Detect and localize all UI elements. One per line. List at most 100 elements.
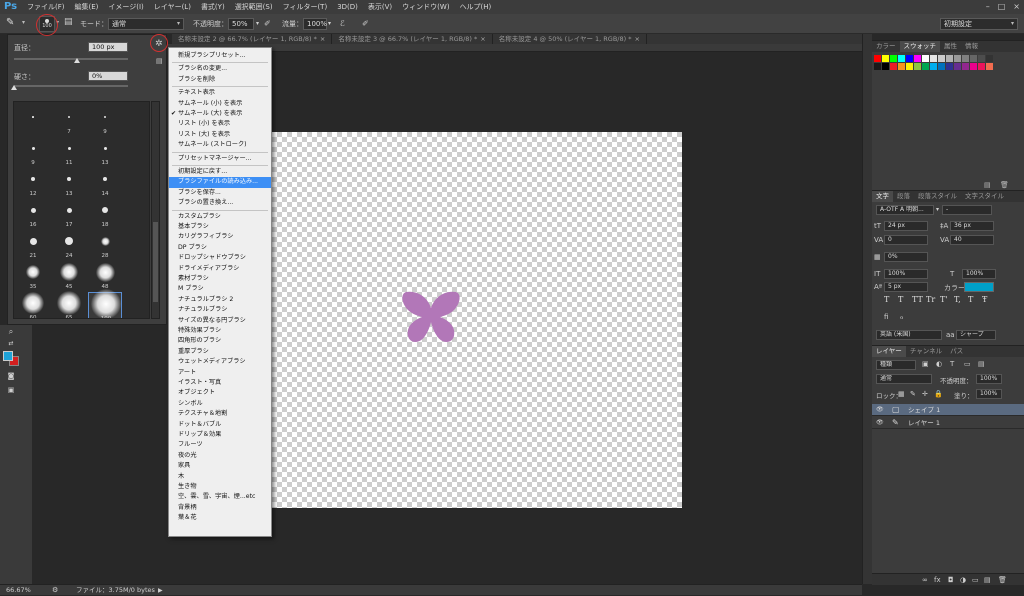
menu-item[interactable]: 四角形のブラシ bbox=[169, 336, 271, 346]
text-style-button[interactable]: T' bbox=[940, 295, 948, 304]
adjustment-icon[interactable]: ◑ bbox=[960, 576, 966, 584]
baseline-shift-field[interactable]: 5 px bbox=[884, 282, 928, 292]
brush-preset[interactable]: 16 bbox=[16, 199, 50, 231]
layer-opacity-field[interactable]: 100% bbox=[976, 374, 1002, 384]
menu-edit[interactable]: 編集(E) bbox=[70, 0, 104, 14]
zoom-readout[interactable]: 66.67% bbox=[6, 585, 31, 596]
brush-preset[interactable]: 60 bbox=[16, 292, 50, 318]
horizontal-scale-field[interactable]: 100% bbox=[962, 269, 996, 279]
menu-item[interactable]: ドロップシャドウブラシ bbox=[169, 253, 271, 263]
color-swatch[interactable] bbox=[930, 55, 937, 62]
tab-swatches[interactable]: スウォッチ bbox=[899, 41, 940, 52]
color-swatch[interactable] bbox=[978, 63, 985, 70]
color-swatch[interactable] bbox=[898, 55, 905, 62]
color-swatch[interactable] bbox=[922, 63, 929, 70]
color-swatch[interactable] bbox=[882, 55, 889, 62]
minimize-button[interactable]: – bbox=[986, 0, 990, 14]
text-style-button[interactable]: T, bbox=[954, 295, 961, 304]
menu-item[interactable]: シンボル bbox=[169, 399, 271, 409]
color-swatch[interactable] bbox=[882, 63, 889, 70]
menu-item[interactable]: リスト (大) を表示 bbox=[169, 130, 271, 140]
tab-channels[interactable]: チャンネル bbox=[906, 346, 946, 357]
tab-paragraph-styles[interactable]: 段落スタイル bbox=[914, 191, 961, 202]
butterfly-shape[interactable] bbox=[400, 290, 462, 346]
new-swatch-icon[interactable]: ▤ bbox=[984, 181, 991, 189]
menu-image[interactable]: イメージ(I) bbox=[103, 0, 148, 14]
brush-preset[interactable]: 65 bbox=[52, 291, 86, 318]
visibility-eye-icon[interactable]: 👁 bbox=[876, 404, 884, 416]
menu-3d[interactable]: 3D(D) bbox=[332, 0, 363, 14]
menu-filter[interactable]: フィルター(T) bbox=[278, 0, 333, 14]
menu-item[interactable]: ブラシファイルの読み込み... bbox=[169, 177, 271, 188]
fill-field[interactable]: 100% bbox=[976, 389, 1002, 399]
text-style-button[interactable]: Tr bbox=[926, 295, 935, 304]
color-swatch[interactable] bbox=[874, 55, 881, 62]
new-layer-icon[interactable]: ▤ bbox=[984, 576, 991, 584]
brush-preset[interactable]: 11 bbox=[52, 137, 86, 169]
new-preset-icon[interactable]: ▤ bbox=[156, 57, 163, 65]
folder-icon[interactable]: ▭ bbox=[972, 576, 979, 584]
layer-row[interactable]: 👁 ✎ レイヤー 1 bbox=[872, 417, 1024, 429]
brush-preset[interactable]: 100 bbox=[88, 289, 122, 318]
layer-row[interactable]: 👁 ▢ シェイプ 1 bbox=[872, 404, 1024, 416]
menu-item[interactable]: ナチュラルブラシ bbox=[169, 305, 271, 315]
menu-item[interactable]: サイズの異なる円ブラシ bbox=[169, 316, 271, 326]
color-swatch[interactable] bbox=[914, 63, 921, 70]
presets-scrollbar[interactable] bbox=[151, 101, 160, 319]
brush-tool-icon[interactable]: ✎ bbox=[6, 17, 14, 28]
brush-preset[interactable]: 9 bbox=[16, 137, 50, 169]
brush-preset[interactable]: 35 bbox=[16, 261, 50, 293]
lock-transparent-icon[interactable]: ▦ bbox=[898, 390, 905, 398]
text-style-button[interactable]: TT bbox=[912, 295, 923, 304]
color-swatch[interactable] bbox=[874, 63, 881, 70]
brush-preset[interactable]: 14 bbox=[88, 168, 122, 200]
menu-item[interactable]: ブラシを保存... bbox=[169, 188, 271, 198]
menu-item[interactable]: ブラシ名の変更... bbox=[169, 64, 271, 74]
brush-preset[interactable]: 28 bbox=[88, 230, 122, 262]
leading-field[interactable]: 36 px bbox=[950, 221, 994, 231]
color-swatch[interactable] bbox=[946, 63, 953, 70]
color-swatch[interactable] bbox=[906, 55, 913, 62]
menu-item[interactable]: イラスト・写真 bbox=[169, 378, 271, 388]
close-button[interactable]: × bbox=[1013, 0, 1020, 14]
hardness-slider-knob[interactable] bbox=[11, 85, 17, 90]
text-style-button[interactable]: Ŧ bbox=[982, 295, 987, 304]
menu-item[interactable]: カスタムブラシ bbox=[169, 212, 271, 222]
menu-item[interactable]: フルーツ bbox=[169, 440, 271, 450]
chevron-down-icon[interactable]: ▾ bbox=[328, 18, 331, 30]
fi-ligature-icon[interactable]: fi bbox=[884, 313, 888, 321]
color-swatch[interactable] bbox=[946, 55, 953, 62]
chevron-down-icon[interactable]: ▾ bbox=[256, 18, 259, 30]
trash-icon[interactable]: 🗑 bbox=[1000, 181, 1009, 189]
font-style-select[interactable]: - bbox=[942, 205, 992, 215]
chevron-down-icon[interactable]: ▾ bbox=[936, 206, 939, 213]
tsume-field[interactable]: 0% bbox=[884, 252, 928, 262]
menu-item[interactable]: ナチュラルブラシ 2 bbox=[169, 295, 271, 305]
menu-item[interactable]: 木 bbox=[169, 472, 271, 482]
menu-item[interactable]: 新規ブラシプリセット... bbox=[169, 51, 271, 61]
menu-item[interactable]: 素材ブラシ bbox=[169, 274, 271, 284]
color-swatch[interactable] bbox=[962, 55, 969, 62]
hardness-field[interactable]: 0% bbox=[88, 71, 128, 81]
diameter-field[interactable]: 100 px bbox=[88, 42, 128, 52]
color-swatch[interactable] bbox=[938, 63, 945, 70]
color-swatch[interactable] bbox=[970, 63, 977, 70]
brush-preset[interactable]: 13 bbox=[52, 168, 86, 200]
maximize-button[interactable]: □ bbox=[998, 0, 1006, 14]
menu-item[interactable]: ドライメディアブラシ bbox=[169, 264, 271, 274]
brush-preset[interactable] bbox=[16, 106, 50, 138]
close-icon[interactable]: × bbox=[320, 35, 325, 43]
color-swatch[interactable] bbox=[970, 55, 977, 62]
flow-field[interactable]: 100% bbox=[303, 18, 327, 30]
tab-color[interactable]: カラー bbox=[872, 41, 900, 52]
color-swatch[interactable] bbox=[890, 63, 897, 70]
ordinals-icon[interactable]: ℴ bbox=[900, 313, 903, 321]
text-color-swatch[interactable] bbox=[964, 282, 994, 292]
mask-icon[interactable]: ◘ bbox=[948, 576, 954, 584]
color-swatch[interactable] bbox=[938, 55, 945, 62]
menu-item[interactable]: 家具 bbox=[169, 461, 271, 471]
brush-preset[interactable]: 17 bbox=[52, 199, 86, 231]
tab-layers[interactable]: レイヤー bbox=[872, 346, 906, 357]
trash-icon[interactable]: 🗑 bbox=[998, 576, 1007, 584]
color-swatch[interactable] bbox=[922, 55, 929, 62]
